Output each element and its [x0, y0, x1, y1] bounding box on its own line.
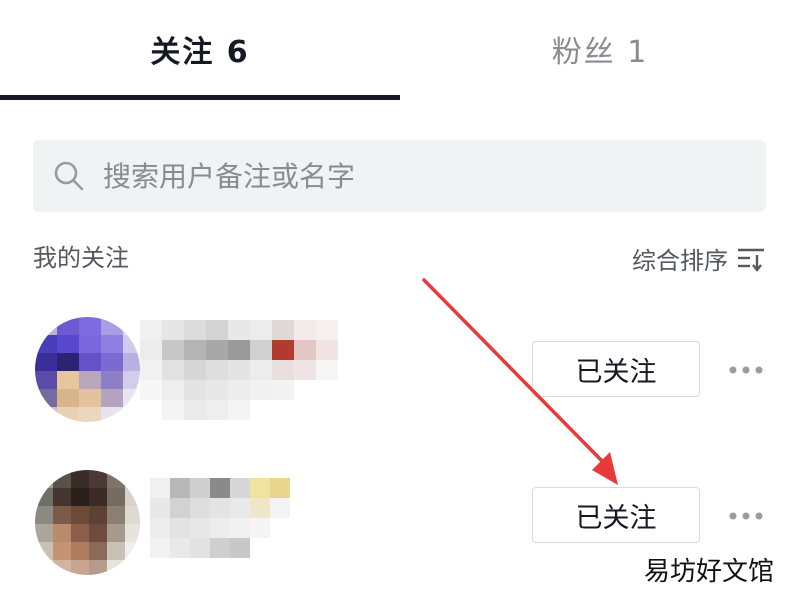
red-arrow-annotation — [422, 278, 618, 485]
watermark-text: 易坊好文馆 — [643, 557, 774, 587]
